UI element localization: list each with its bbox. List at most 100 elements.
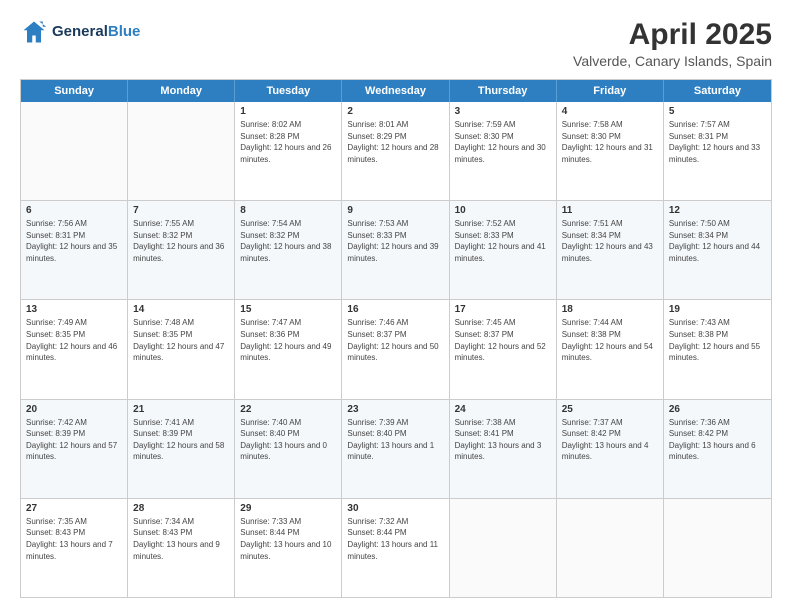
day-info: Sunrise: 7:35 AM Sunset: 8:43 PM Dayligh… <box>26 516 122 562</box>
calendar-week: 6 Sunrise: 7:56 AM Sunset: 8:31 PM Daylig… <box>21 201 771 300</box>
calendar-cell: 30 Sunrise: 7:32 AM Sunset: 8:44 PM Dayli… <box>342 499 449 597</box>
day-number: 17 <box>455 304 551 315</box>
day-info: Sunrise: 7:43 AM Sunset: 8:38 PM Dayligh… <box>669 317 766 363</box>
day-info: Sunrise: 7:34 AM Sunset: 8:43 PM Dayligh… <box>133 516 229 562</box>
day-number: 22 <box>240 404 336 415</box>
calendar-header-cell: Monday <box>128 80 235 102</box>
calendar-cell: 18 Sunrise: 7:44 AM Sunset: 8:38 PM Dayli… <box>557 300 664 398</box>
main-title: April 2025 <box>573 18 772 51</box>
day-number: 13 <box>26 304 122 315</box>
calendar-body: 1Sunrise: 8:02 AM Sunset: 8:28 PM Daylig… <box>21 102 771 597</box>
day-info: Sunrise: 7:57 AM Sunset: 8:31 PM Dayligh… <box>669 119 766 165</box>
day-info: Sunrise: 8:02 AM Sunset: 8:28 PM Dayligh… <box>240 119 336 165</box>
day-number: 25 <box>562 404 658 415</box>
calendar-header-cell: Sunday <box>21 80 128 102</box>
calendar-cell: 2Sunrise: 8:01 AM Sunset: 8:29 PM Daylig… <box>342 102 449 200</box>
calendar-cell: 26 Sunrise: 7:36 AM Sunset: 8:42 PM Dayli… <box>664 400 771 498</box>
day-info: Sunrise: 7:45 AM Sunset: 8:37 PM Dayligh… <box>455 317 551 363</box>
day-info: Sunrise: 7:56 AM Sunset: 8:31 PM Dayligh… <box>26 218 122 264</box>
day-number: 16 <box>347 304 443 315</box>
calendar-cell: 12 Sunrise: 7:50 AM Sunset: 8:34 PM Dayli… <box>664 201 771 299</box>
day-number: 12 <box>669 205 766 216</box>
calendar-cell <box>450 499 557 597</box>
calendar-cell: 21Sunrise: 7:41 AM Sunset: 8:39 PM Dayli… <box>128 400 235 498</box>
day-number: 27 <box>26 503 122 514</box>
day-info: Sunrise: 7:39 AM Sunset: 8:40 PM Dayligh… <box>347 417 443 463</box>
day-info: Sunrise: 7:42 AM Sunset: 8:39 PM Dayligh… <box>26 417 122 463</box>
logo-icon <box>20 18 48 46</box>
calendar-cell: 16 Sunrise: 7:46 AM Sunset: 8:37 PM Dayli… <box>342 300 449 398</box>
day-info: Sunrise: 7:50 AM Sunset: 8:34 PM Dayligh… <box>669 218 766 264</box>
day-number: 4 <box>562 106 658 117</box>
day-info: Sunrise: 7:38 AM Sunset: 8:41 PM Dayligh… <box>455 417 551 463</box>
calendar-cell: 4Sunrise: 7:58 AM Sunset: 8:30 PM Daylig… <box>557 102 664 200</box>
day-number: 30 <box>347 503 443 514</box>
day-info: Sunrise: 7:40 AM Sunset: 8:40 PM Dayligh… <box>240 417 336 463</box>
day-number: 14 <box>133 304 229 315</box>
calendar-header-cell: Tuesday <box>235 80 342 102</box>
calendar-header-cell: Saturday <box>664 80 771 102</box>
day-info: Sunrise: 7:33 AM Sunset: 8:44 PM Dayligh… <box>240 516 336 562</box>
calendar-cell <box>557 499 664 597</box>
day-number: 23 <box>347 404 443 415</box>
calendar-header-cell: Wednesday <box>342 80 449 102</box>
day-number: 10 <box>455 205 551 216</box>
day-number: 29 <box>240 503 336 514</box>
calendar-cell: 13Sunrise: 7:49 AM Sunset: 8:35 PM Dayli… <box>21 300 128 398</box>
day-info: Sunrise: 7:44 AM Sunset: 8:38 PM Dayligh… <box>562 317 658 363</box>
day-info: Sunrise: 7:54 AM Sunset: 8:32 PM Dayligh… <box>240 218 336 264</box>
calendar-cell: 20 Sunrise: 7:42 AM Sunset: 8:39 PM Dayli… <box>21 400 128 498</box>
day-info: Sunrise: 7:52 AM Sunset: 8:33 PM Dayligh… <box>455 218 551 264</box>
title-block: April 2025 Valverde, Canary Islands, Spa… <box>573 18 772 69</box>
calendar-header-cell: Friday <box>557 80 664 102</box>
calendar-cell: 28 Sunrise: 7:34 AM Sunset: 8:43 PM Dayli… <box>128 499 235 597</box>
calendar-cell <box>664 499 771 597</box>
calendar-cell: 14Sunrise: 7:48 AM Sunset: 8:35 PM Dayli… <box>128 300 235 398</box>
day-info: Sunrise: 7:46 AM Sunset: 8:37 PM Dayligh… <box>347 317 443 363</box>
calendar-cell: 29 Sunrise: 7:33 AM Sunset: 8:44 PM Dayli… <box>235 499 342 597</box>
day-number: 3 <box>455 106 551 117</box>
calendar-cell: 8 Sunrise: 7:54 AM Sunset: 8:32 PM Daylig… <box>235 201 342 299</box>
day-number: 5 <box>669 106 766 117</box>
day-info: Sunrise: 7:59 AM Sunset: 8:30 PM Dayligh… <box>455 119 551 165</box>
day-number: 11 <box>562 205 658 216</box>
calendar-cell <box>21 102 128 200</box>
calendar-header-row: SundayMondayTuesdayWednesdayThursdayFrid… <box>21 80 771 102</box>
day-info: Sunrise: 7:32 AM Sunset: 8:44 PM Dayligh… <box>347 516 443 562</box>
calendar-cell: 25 Sunrise: 7:37 AM Sunset: 8:42 PM Dayli… <box>557 400 664 498</box>
day-number: 28 <box>133 503 229 514</box>
page: GeneralBlue April 2025 Valverde, Canary … <box>0 0 792 612</box>
calendar-cell: 7Sunrise: 7:55 AM Sunset: 8:32 PM Daylig… <box>128 201 235 299</box>
logo-blue-text: Blue <box>108 23 141 40</box>
calendar-cell: 24Sunrise: 7:38 AM Sunset: 8:41 PM Dayli… <box>450 400 557 498</box>
day-number: 8 <box>240 205 336 216</box>
calendar-cell: 5 Sunrise: 7:57 AM Sunset: 8:31 PM Daylig… <box>664 102 771 200</box>
calendar-cell: 15 Sunrise: 7:47 AM Sunset: 8:36 PM Dayli… <box>235 300 342 398</box>
calendar-week: 20 Sunrise: 7:42 AM Sunset: 8:39 PM Dayli… <box>21 400 771 499</box>
calendar-cell: 23 Sunrise: 7:39 AM Sunset: 8:40 PM Dayli… <box>342 400 449 498</box>
calendar-cell: 11 Sunrise: 7:51 AM Sunset: 8:34 PM Dayli… <box>557 201 664 299</box>
day-number: 26 <box>669 404 766 415</box>
calendar-cell: 1Sunrise: 8:02 AM Sunset: 8:28 PM Daylig… <box>235 102 342 200</box>
calendar: SundayMondayTuesdayWednesdayThursdayFrid… <box>20 79 772 598</box>
calendar-week: 1Sunrise: 8:02 AM Sunset: 8:28 PM Daylig… <box>21 102 771 201</box>
day-info: Sunrise: 7:37 AM Sunset: 8:42 PM Dayligh… <box>562 417 658 463</box>
calendar-cell: 10 Sunrise: 7:52 AM Sunset: 8:33 PM Dayli… <box>450 201 557 299</box>
calendar-week: 13Sunrise: 7:49 AM Sunset: 8:35 PM Dayli… <box>21 300 771 399</box>
day-info: Sunrise: 7:51 AM Sunset: 8:34 PM Dayligh… <box>562 218 658 264</box>
day-info: Sunrise: 7:55 AM Sunset: 8:32 PM Dayligh… <box>133 218 229 264</box>
calendar-cell: 3 Sunrise: 7:59 AM Sunset: 8:30 PM Daylig… <box>450 102 557 200</box>
day-number: 9 <box>347 205 443 216</box>
calendar-cell: 19Sunrise: 7:43 AM Sunset: 8:38 PM Dayli… <box>664 300 771 398</box>
calendar-cell <box>128 102 235 200</box>
calendar-cell: 17 Sunrise: 7:45 AM Sunset: 8:37 PM Dayli… <box>450 300 557 398</box>
day-number: 20 <box>26 404 122 415</box>
day-number: 2 <box>347 106 443 117</box>
day-number: 15 <box>240 304 336 315</box>
day-info: Sunrise: 7:36 AM Sunset: 8:42 PM Dayligh… <box>669 417 766 463</box>
calendar-cell: 27 Sunrise: 7:35 AM Sunset: 8:43 PM Dayli… <box>21 499 128 597</box>
header: GeneralBlue April 2025 Valverde, Canary … <box>20 18 772 69</box>
day-number: 18 <box>562 304 658 315</box>
day-info: Sunrise: 7:47 AM Sunset: 8:36 PM Dayligh… <box>240 317 336 363</box>
day-number: 6 <box>26 205 122 216</box>
